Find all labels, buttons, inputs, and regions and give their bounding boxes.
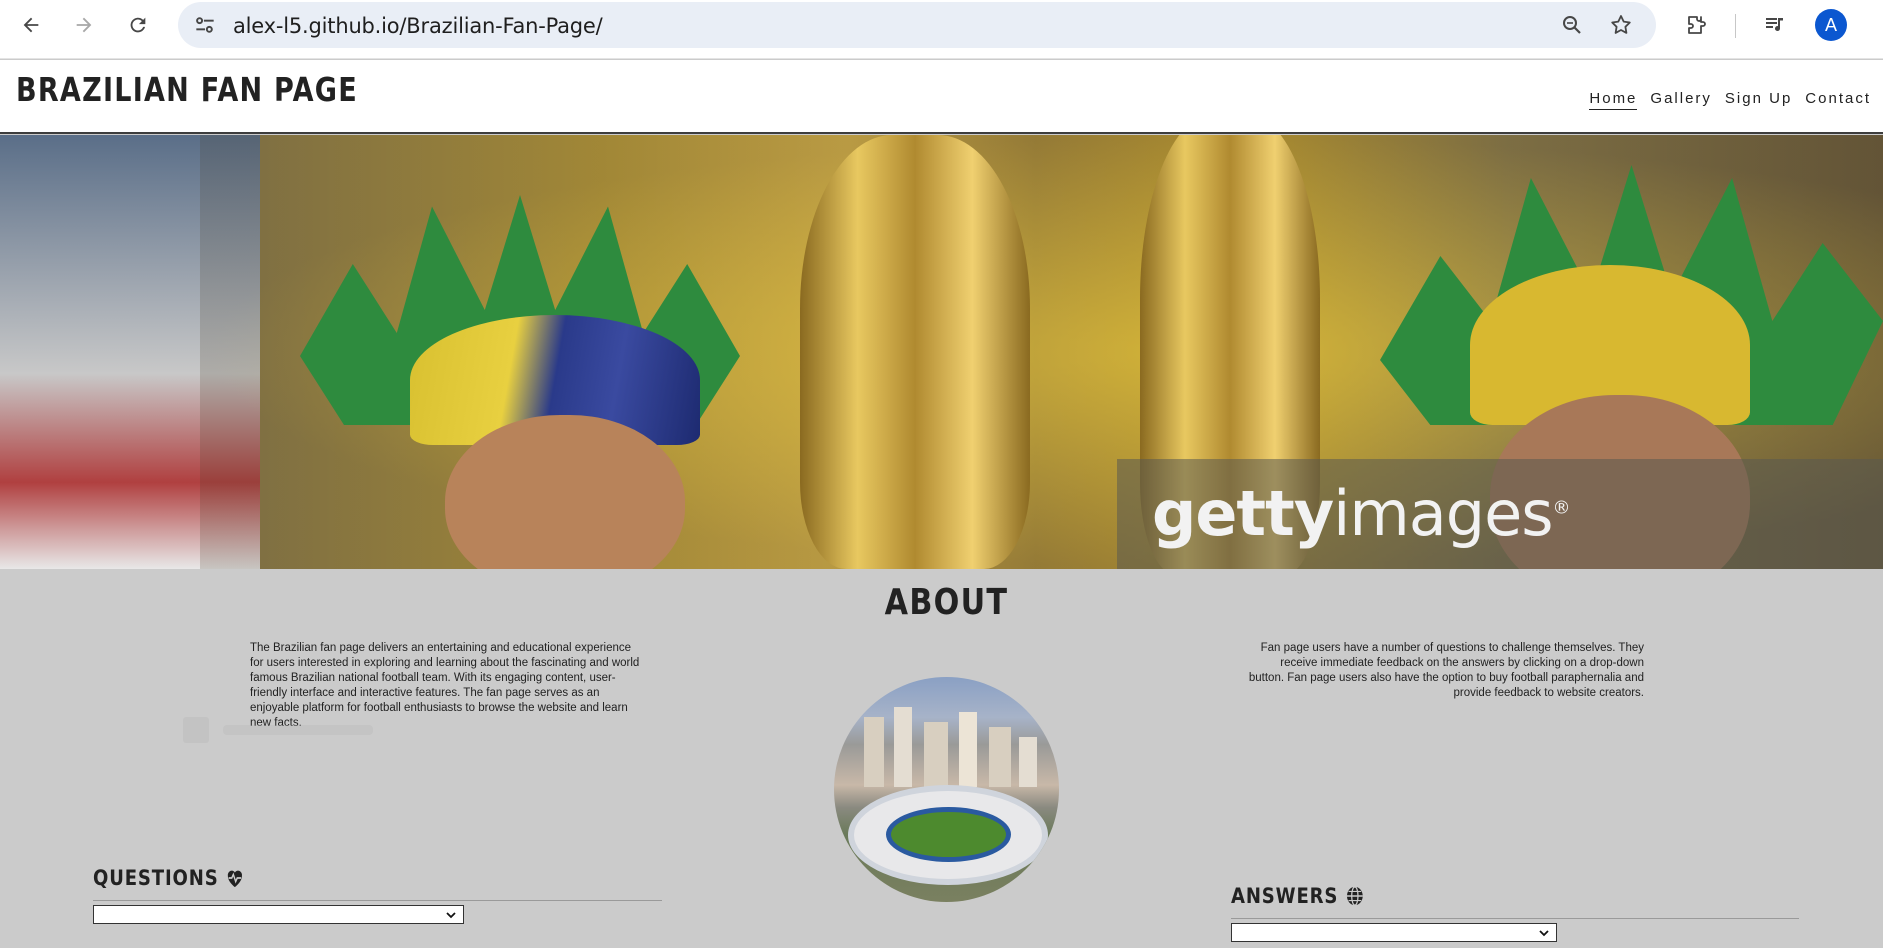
bookmark-star-icon[interactable] xyxy=(1607,11,1635,39)
answers-heading: ANSWERS xyxy=(1231,884,1364,908)
building xyxy=(1019,737,1037,787)
nav-contact[interactable]: Contact xyxy=(1805,90,1871,110)
globe-icon xyxy=(1346,886,1363,906)
building xyxy=(864,717,884,787)
back-button[interactable] xyxy=(16,10,46,40)
arrow-right-icon xyxy=(76,17,92,33)
main-nav: Home Gallery Sign Up Contact xyxy=(1589,90,1871,110)
nav-gallery[interactable]: Gallery xyxy=(1650,90,1712,110)
forward-button[interactable] xyxy=(69,10,99,40)
building xyxy=(894,707,912,787)
faded-overlay-element xyxy=(183,717,383,743)
chevron-down-icon xyxy=(1539,930,1549,937)
queue-music-icon xyxy=(1766,18,1783,32)
profile-avatar[interactable]: A xyxy=(1815,9,1847,41)
stadium-image xyxy=(834,677,1059,902)
trophy-left xyxy=(800,135,1030,569)
address-bar[interactable]: alex-l5.github.io/Brazilian-Fan-Page/ xyxy=(178,2,1656,48)
answers-dropdown[interactable] xyxy=(1231,923,1557,942)
getty-watermark: gettyimages® xyxy=(1152,477,1571,550)
questions-dropdown[interactable] xyxy=(93,905,464,924)
url-text[interactable]: alex-l5.github.io/Brazilian-Fan-Page/ xyxy=(233,14,603,38)
nav-home[interactable]: Home xyxy=(1589,90,1638,110)
site-header: BRAZILIAN FAN PAGE Home Gallery Sign Up … xyxy=(0,60,1883,134)
building xyxy=(989,727,1011,787)
site-info-icon[interactable] xyxy=(192,12,218,43)
questions-heading: QUESTIONS xyxy=(93,866,244,890)
answers-title: ANSWERS xyxy=(1231,884,1339,908)
questions-title: QUESTIONS xyxy=(93,866,219,890)
building xyxy=(924,722,948,787)
reload-button[interactable] xyxy=(123,10,153,40)
hero-image: gettyimages® xyxy=(0,135,1883,569)
extensions-button[interactable] xyxy=(1681,10,1711,40)
nav-sign-up[interactable]: Sign Up xyxy=(1725,90,1792,110)
answers-divider xyxy=(1231,918,1799,919)
faded-bar xyxy=(223,725,373,735)
heart-pulse-icon xyxy=(227,870,243,888)
about-right-text: Fan page users have a number of question… xyxy=(1248,642,1644,699)
toolbar-separator xyxy=(1735,14,1736,38)
faded-icon xyxy=(183,717,209,743)
reload-icon xyxy=(130,17,146,33)
chevron-down-icon xyxy=(446,912,456,919)
about-title: ABOUT xyxy=(884,582,1009,623)
media-controls-button[interactable] xyxy=(1760,10,1790,40)
arrow-left-icon xyxy=(23,17,39,33)
zoom-icon[interactable] xyxy=(1558,11,1586,39)
stadium-pitch xyxy=(886,807,1011,862)
building xyxy=(959,712,977,787)
puzzle-icon xyxy=(1688,16,1706,34)
watermark-registered-mark: ® xyxy=(1552,497,1571,519)
watermark-light-text: images xyxy=(1333,477,1553,550)
browser-toolbar: alex-l5.github.io/Brazilian-Fan-Page/ A xyxy=(0,0,1883,59)
watermark-bold-text: getty xyxy=(1152,477,1334,550)
site-brand[interactable]: BRAZILIAN FAN PAGE xyxy=(16,70,358,109)
face-left xyxy=(445,415,685,569)
questions-divider xyxy=(93,900,662,901)
